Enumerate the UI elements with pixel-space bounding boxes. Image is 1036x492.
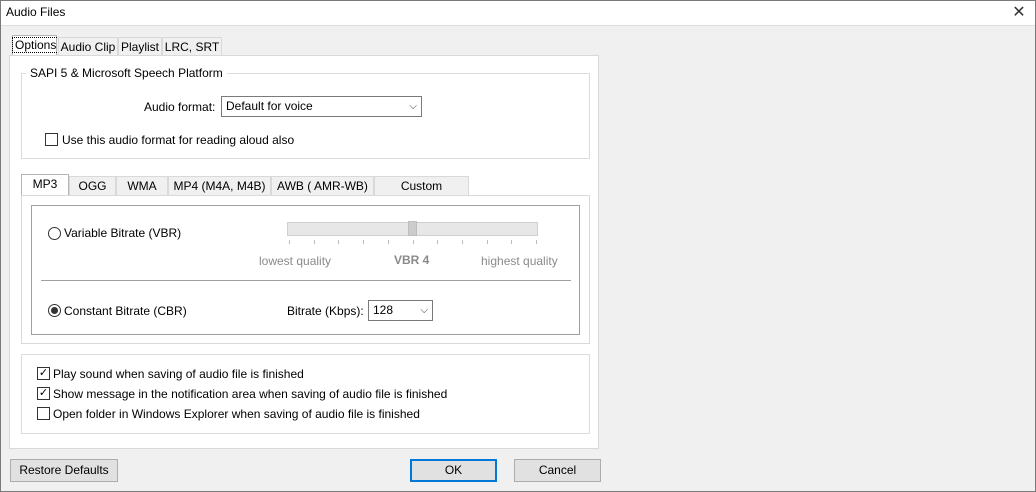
slider-tick bbox=[486, 240, 488, 244]
radio-selected-dot bbox=[51, 307, 58, 314]
bitrate-label: Bitrate (Kbps): bbox=[287, 304, 364, 318]
vbr-radio[interactable] bbox=[48, 227, 61, 240]
cancel-button[interactable]: Cancel bbox=[514, 459, 601, 482]
tab-label: OGG bbox=[78, 179, 107, 193]
play-sound-checkbox[interactable]: ✓ bbox=[37, 367, 50, 380]
tab-label: Playlist bbox=[120, 40, 159, 54]
title-bar: Audio Files ✕ bbox=[0, 0, 1036, 26]
slider-thumb[interactable] bbox=[407, 221, 417, 236]
chevron-down-icon: ⌵ bbox=[420, 305, 428, 316]
slider-tick bbox=[387, 240, 389, 244]
slider-tick bbox=[313, 240, 315, 244]
slider-tick bbox=[511, 240, 513, 244]
tab-label: WMA bbox=[127, 179, 157, 193]
chevron-down-icon: ⌵ bbox=[409, 101, 417, 112]
window-title: Audio Files bbox=[6, 5, 66, 19]
tab-label: AWB ( AMR-WB) bbox=[277, 179, 368, 193]
read-aloud-label: Use this audio format for reading aloud … bbox=[62, 133, 295, 147]
open-folder-label: Open folder in Windows Explorer when sav… bbox=[53, 407, 420, 421]
slider-tick bbox=[289, 240, 290, 244]
slider-tick bbox=[437, 240, 439, 244]
sapi-group-legend: SAPI 5 & Microsoft Speech Platform bbox=[26, 66, 227, 80]
bitrate-select[interactable]: 128 ⌵ bbox=[368, 300, 433, 321]
audio-format-select[interactable]: Default for voice ⌵ bbox=[221, 96, 422, 117]
slider-tick bbox=[363, 240, 365, 244]
audio-format-label: Audio format: bbox=[144, 100, 216, 114]
tab-label: Options bbox=[11, 37, 60, 53]
tab-custom-encoders[interactable]: Custom Encoders bbox=[374, 176, 469, 211]
tab-options[interactable]: Options bbox=[11, 35, 60, 57]
slider-tick bbox=[338, 240, 340, 244]
tab-mp4[interactable]: MP4 (M4A, M4B) bbox=[168, 176, 271, 196]
show-message-label: Show message in the notification area wh… bbox=[53, 387, 448, 401]
tab-lrc-srt[interactable]: LRC, SRT bbox=[162, 37, 222, 57]
tab-awb[interactable]: AWB ( AMR-WB) bbox=[271, 176, 374, 196]
tab-wma[interactable]: WMA bbox=[116, 176, 168, 196]
audio-format-value: Default for voice bbox=[226, 99, 313, 113]
tab-playlist[interactable]: Playlist bbox=[118, 37, 162, 57]
open-folder-checkbox[interactable] bbox=[37, 407, 50, 420]
restore-defaults-button[interactable]: Restore Defaults bbox=[10, 459, 118, 482]
show-message-checkbox[interactable]: ✓ bbox=[37, 387, 50, 400]
cbr-radio[interactable] bbox=[48, 304, 61, 317]
tab-label: Audio Clip bbox=[60, 40, 116, 54]
tab-label: LRC, SRT bbox=[164, 40, 220, 54]
tab-label: MP4 (M4A, M4B) bbox=[173, 179, 266, 193]
vbr-label: Variable Bitrate (VBR) bbox=[64, 226, 182, 240]
close-icon[interactable]: ✕ bbox=[1002, 0, 1036, 26]
tab-label: MP3 bbox=[32, 177, 58, 191]
slider-tick bbox=[461, 240, 463, 244]
read-aloud-checkbox[interactable] bbox=[45, 133, 58, 146]
check-icon: ✓ bbox=[38, 367, 49, 379]
check-icon: ✓ bbox=[38, 387, 49, 399]
play-sound-label: Play sound when saving of audio file is … bbox=[53, 367, 304, 381]
cbr-label: Constant Bitrate (CBR) bbox=[64, 304, 187, 318]
bitrate-value: 128 bbox=[373, 303, 394, 317]
slider-low-label: lowest quality bbox=[259, 254, 332, 268]
tab-ogg[interactable]: OGG bbox=[69, 176, 116, 196]
slider-tick bbox=[536, 240, 537, 244]
slider-value-label: VBR 4 bbox=[394, 253, 430, 267]
tab-mp3[interactable]: MP3 bbox=[21, 174, 69, 196]
separator bbox=[41, 280, 571, 281]
slider-high-label: highest quality bbox=[481, 254, 558, 268]
slider-tick bbox=[412, 240, 414, 244]
tab-audio-clip[interactable]: Audio Clip bbox=[58, 37, 118, 57]
ok-button[interactable]: OK bbox=[410, 459, 497, 482]
